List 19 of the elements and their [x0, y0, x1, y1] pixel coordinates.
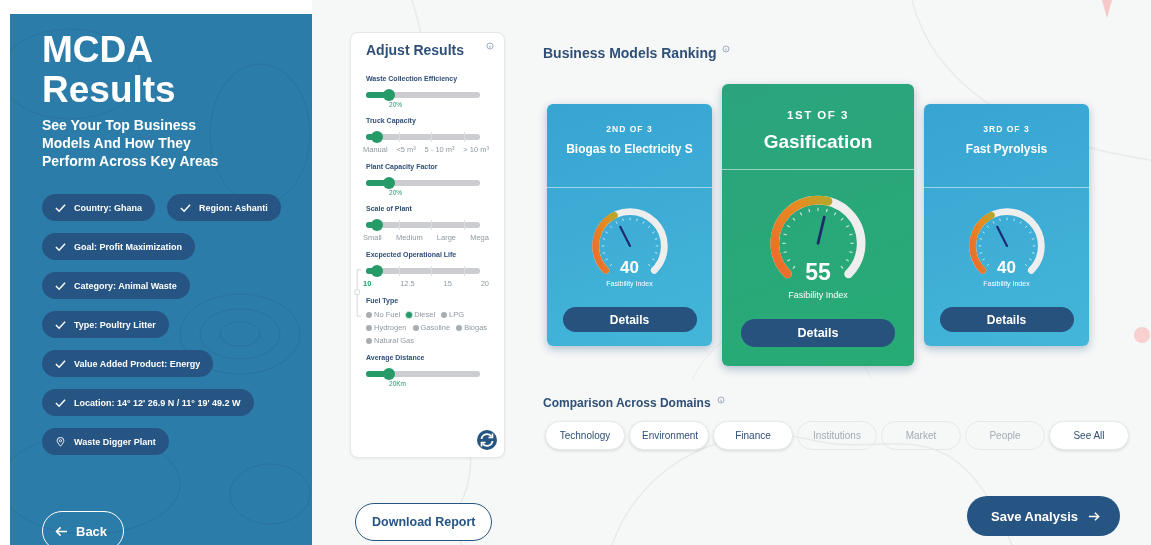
check-icon — [55, 202, 66, 213]
filter-label: Location: 14° 12' 26.9 N / 11° 19' 49.2 W — [74, 397, 241, 408]
location-pin-icon — [55, 436, 66, 447]
check-icon — [55, 397, 66, 408]
filter-label: Country: Ghana — [74, 202, 142, 213]
check-icon — [180, 202, 191, 213]
arrow-left-icon — [55, 525, 68, 537]
filter-label: Region: Ashanti — [199, 202, 268, 213]
page-title: MCDA Results — [42, 30, 177, 110]
filter-label: Type: Poultry Litter — [74, 319, 156, 330]
check-icon — [55, 358, 66, 369]
check-icon — [55, 241, 66, 252]
filter-label: Category: Animal Waste — [74, 280, 177, 291]
filter-label: Value Added Product: Energy — [74, 358, 201, 369]
filter-label: Goal: Profit Maximization — [74, 241, 182, 252]
filter-label: Waste Digger Plant — [74, 436, 156, 447]
check-icon — [55, 280, 66, 291]
page-subtitle: See Your Top Business Models And How They Perform Across Key Areas — [42, 116, 220, 170]
check-icon — [55, 319, 66, 330]
